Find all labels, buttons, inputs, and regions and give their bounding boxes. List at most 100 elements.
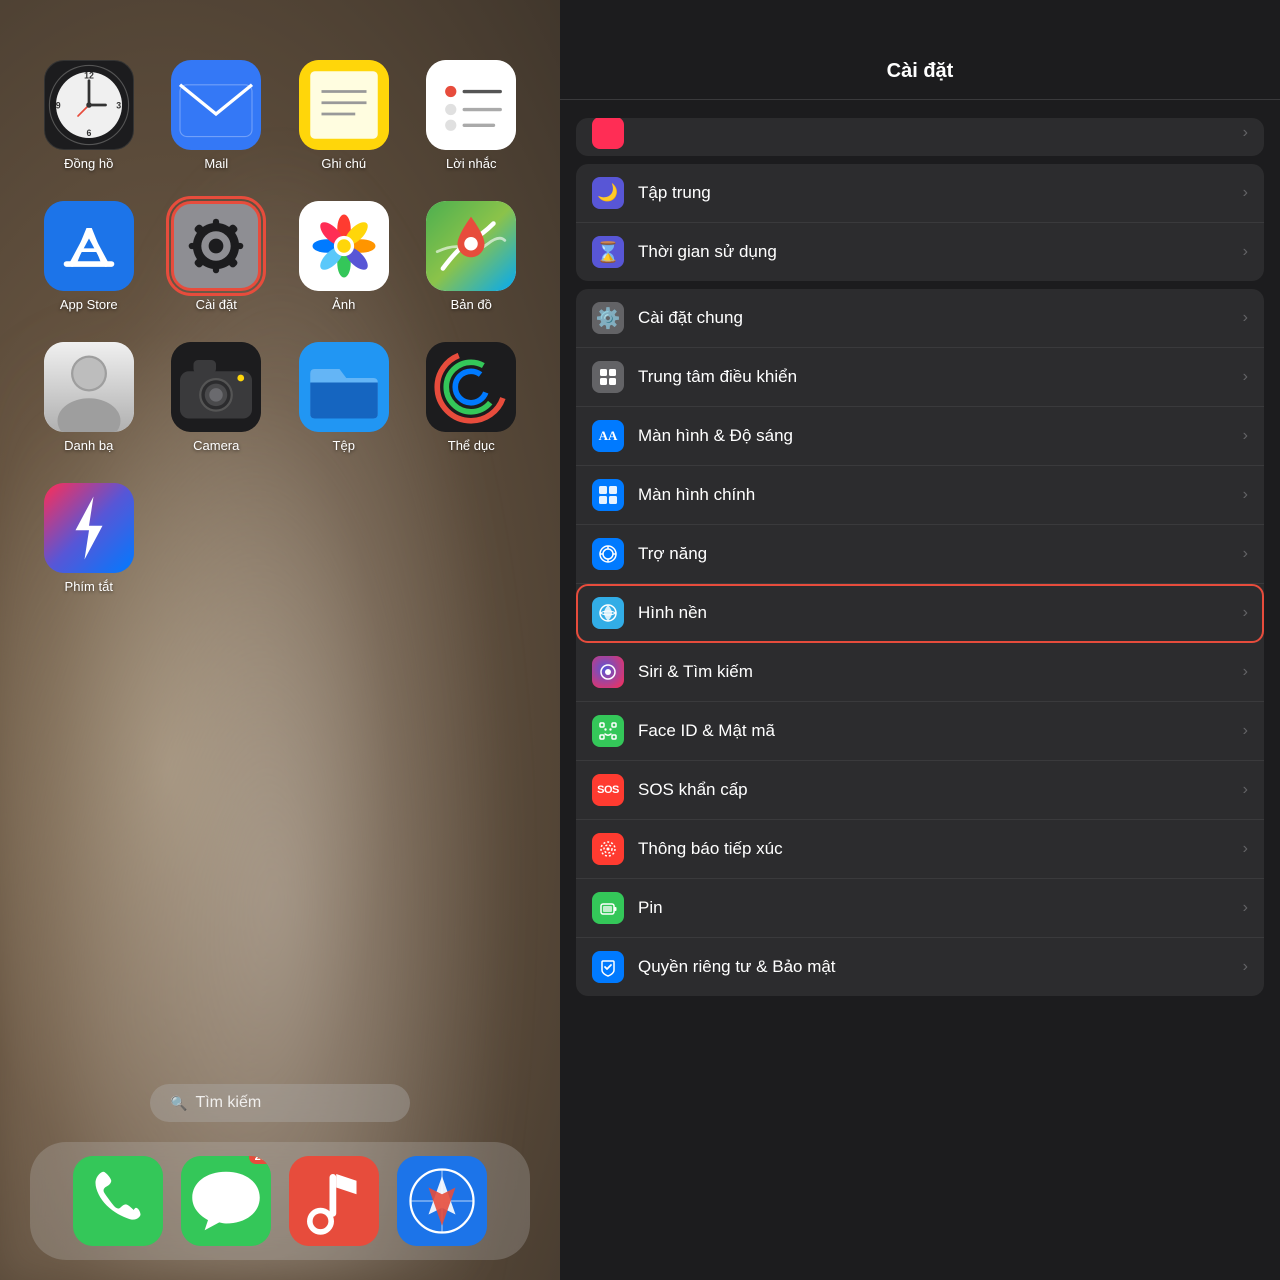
settings-icon — [171, 201, 261, 291]
contacts-icon — [44, 342, 134, 432]
partial-chevron: › — [1243, 124, 1248, 142]
settings-panel: Cài đặt › 🌙 Tập trung › ⌛ Thời gian sử d… — [560, 0, 1280, 1280]
app-clock[interactable]: 12 6 9 3 Đồng hồ — [30, 60, 148, 171]
settings-group-1: 🌙 Tập trung › ⌛ Thời gian sử dụng › — [576, 164, 1264, 281]
quyen-rieng-tu-chevron: › — [1243, 958, 1248, 976]
thoi-gian-icon: ⌛ — [592, 236, 624, 268]
cai-dat-chung-label: Cài đặt chung — [638, 308, 1243, 328]
spacer — [30, 624, 530, 1064]
man-hinh-chevron: › — [1243, 427, 1248, 445]
settings-label: Cài đặt — [196, 297, 237, 312]
fitness-label: Thể dục — [448, 438, 495, 453]
camera-icon — [171, 342, 261, 432]
cai-dat-chung-icon: ⚙️ — [592, 302, 624, 334]
quyen-rieng-tu-label: Quyền riêng tư & Bảo mật — [638, 957, 1243, 977]
row-thong-bao[interactable]: Thông báo tiếp xúc › — [576, 820, 1264, 879]
search-icon: 🔍 — [170, 1095, 187, 1112]
pin-chevron: › — [1243, 899, 1248, 917]
row-sos[interactable]: SOS SOS khẩn cấp › — [576, 761, 1264, 820]
tap-trung-label: Tập trung — [638, 183, 1243, 203]
camera-label: Camera — [193, 438, 239, 453]
thong-bao-icon — [592, 833, 624, 865]
mail-icon — [171, 60, 261, 150]
app-mail[interactable]: Mail — [158, 60, 276, 171]
dock-messages[interactable]: 239 — [181, 1156, 271, 1246]
search-label: Tìm kiếm — [195, 1094, 261, 1112]
tro-nang-icon — [592, 538, 624, 570]
row-tap-trung[interactable]: 🌙 Tập trung › — [576, 164, 1264, 223]
appstore-icon: A — [44, 201, 134, 291]
row-hinh-nen[interactable]: Hình nền › — [576, 584, 1264, 643]
contacts-label: Danh bạ — [64, 438, 113, 453]
hinh-nen-chevron: › — [1243, 604, 1248, 622]
hinh-nen-label: Hình nền — [638, 603, 1243, 623]
app-fitness[interactable]: Thể dục — [413, 342, 531, 453]
sos-chevron: › — [1243, 781, 1248, 799]
notes-label: Ghi chú — [321, 156, 366, 171]
files-icon — [299, 342, 389, 432]
svg-text:6: 6 — [86, 128, 91, 138]
tap-trung-icon: 🌙 — [592, 177, 624, 209]
row-pin[interactable]: Pin › — [576, 879, 1264, 938]
siri-label: Siri & Tìm kiếm — [638, 662, 1243, 682]
app-appstore[interactable]: A App Store — [30, 201, 148, 312]
man-hinh-chinh-icon — [592, 479, 624, 511]
siri-chevron: › — [1243, 663, 1248, 681]
tro-nang-chevron: › — [1243, 545, 1248, 563]
trung-tam-chevron: › — [1243, 368, 1248, 386]
row-face-id[interactable]: Face ID & Mật mã › — [576, 702, 1264, 761]
row-man-hinh-chinh[interactable]: Màn hình chính › — [576, 466, 1264, 525]
thong-bao-label: Thông báo tiếp xúc — [638, 839, 1243, 859]
phone-icon — [73, 1156, 163, 1246]
settings-group-partial: › — [576, 118, 1264, 156]
mail-label: Mail — [204, 156, 228, 171]
face-id-label: Face ID & Mật mã — [638, 721, 1243, 741]
app-photos[interactable]: Ảnh — [285, 201, 403, 312]
app-files[interactable]: Tệp — [285, 342, 403, 453]
row-thoi-gian[interactable]: ⌛ Thời gian sử dụng › — [576, 223, 1264, 281]
hinh-nen-icon — [592, 597, 624, 629]
notes-icon — [299, 60, 389, 150]
svg-text:9: 9 — [55, 100, 60, 110]
dock-phone[interactable] — [73, 1156, 163, 1246]
app-notes[interactable]: Ghi chú — [285, 60, 403, 171]
row-trung-tam[interactable]: Trung tâm điều khiển › — [576, 348, 1264, 407]
face-id-chevron: › — [1243, 722, 1248, 740]
pin-icon — [592, 892, 624, 924]
row-tro-nang[interactable]: Trợ năng › — [576, 525, 1264, 584]
row-man-hinh-do-sang[interactable]: AA Màn hình & Độ sáng › — [576, 407, 1264, 466]
row-quyen-rieng-tu[interactable]: Quyền riêng tư & Bảo mật › — [576, 938, 1264, 996]
safari-icon — [397, 1156, 487, 1246]
face-id-icon — [592, 715, 624, 747]
app-camera[interactable]: Camera — [158, 342, 276, 453]
row-cai-dat-chung[interactable]: ⚙️ Cài đặt chung › — [576, 289, 1264, 348]
settings-title: Cài đặt — [887, 60, 954, 82]
reminders-label: Lời nhắc — [446, 156, 496, 171]
siri-icon — [592, 656, 624, 688]
dock-music[interactable] — [289, 1156, 379, 1246]
app-contacts[interactable]: Danh bạ — [30, 342, 148, 453]
photos-label: Ảnh — [332, 297, 355, 312]
partial-icon — [592, 118, 624, 149]
tro-nang-label: Trợ năng — [638, 544, 1243, 564]
cai-dat-chung-chevron: › — [1243, 309, 1248, 327]
partial-row[interactable]: › — [576, 118, 1264, 156]
pin-label: Pin — [638, 898, 1243, 918]
app-settings[interactable]: Cài đặt — [158, 201, 276, 312]
dock-safari[interactable] — [397, 1156, 487, 1246]
app-maps[interactable]: Bản đồ — [413, 201, 531, 312]
clock-icon: 12 6 9 3 — [44, 60, 134, 150]
thoi-gian-label: Thời gian sử dụng — [638, 242, 1243, 262]
maps-icon — [426, 201, 516, 291]
app-shortcuts[interactable]: Phím tắt — [30, 483, 148, 594]
tap-trung-chevron: › — [1243, 184, 1248, 202]
trung-tam-icon — [592, 361, 624, 393]
search-bar[interactable]: 🔍 Tìm kiếm — [150, 1084, 410, 1122]
row-siri[interactable]: Siri & Tìm kiếm › — [576, 643, 1264, 702]
app-reminders[interactable]: Lời nhắc — [413, 60, 531, 171]
svg-text:12: 12 — [84, 71, 94, 81]
clock-label: Đồng hồ — [64, 156, 113, 171]
sos-label: SOS khẩn cấp — [638, 780, 1243, 800]
trung-tam-label: Trung tâm điều khiển — [638, 367, 1243, 387]
shortcuts-icon — [44, 483, 134, 573]
